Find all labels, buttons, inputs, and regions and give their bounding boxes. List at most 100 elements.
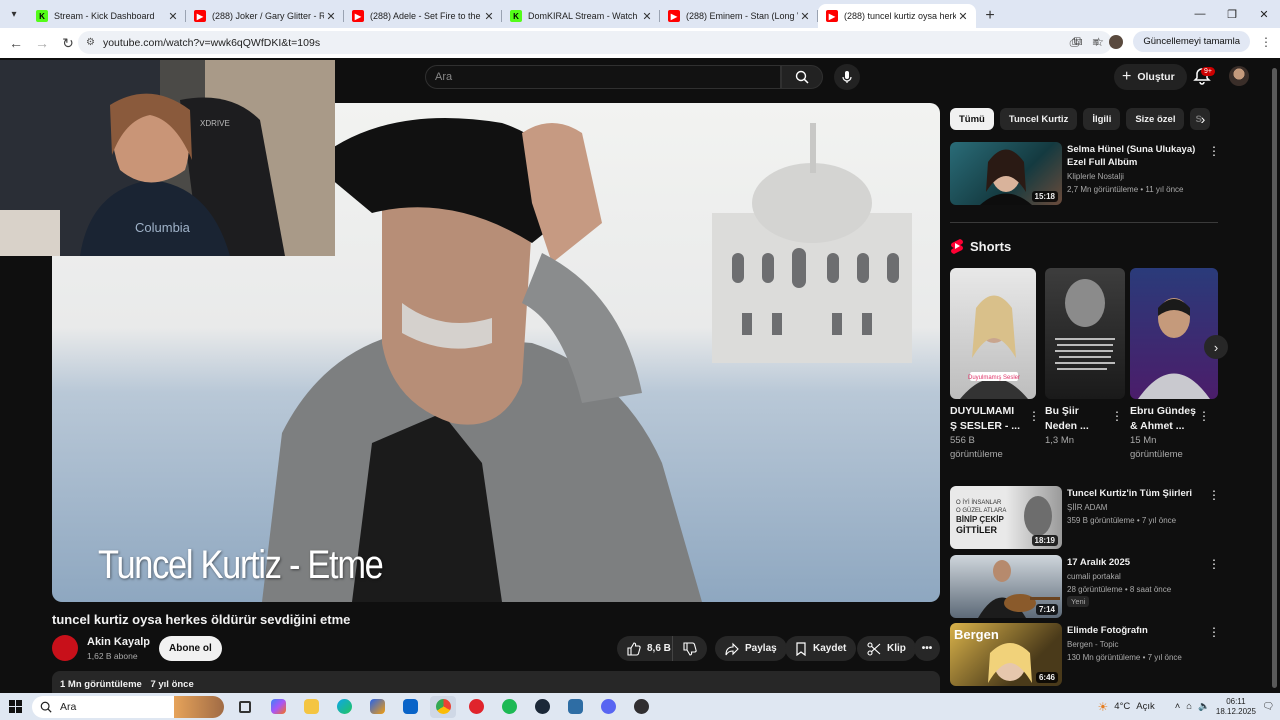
close-tab-icon[interactable]: ✕ (640, 10, 654, 23)
more-vert-icon[interactable]: ⋮ (1028, 409, 1040, 423)
edge-icon[interactable] (331, 696, 357, 718)
weather-temp[interactable]: 4°C (1114, 701, 1130, 712)
create-button[interactable]: + Oluştur (1114, 64, 1187, 90)
site-info-icon[interactable]: ⚙ (86, 37, 95, 48)
tray-overflow-icon[interactable]: ˄ (1175, 701, 1181, 712)
more-vert-icon[interactable]: ⋮ (1208, 557, 1220, 571)
page-scrollbar[interactable] (1272, 68, 1277, 688)
more-vert-icon[interactable]: ⋮ (1111, 409, 1123, 423)
obs-icon[interactable] (628, 696, 654, 718)
video-thumbnail[interactable]: O İYİ İNSANLAR O GÜZEL ATLARA BİNİP ÇEKİP G… (950, 486, 1062, 549)
chrome-icon[interactable] (430, 695, 456, 718)
new-badge: Yeni (1067, 596, 1090, 607)
app-icon[interactable] (562, 696, 588, 718)
address-bar[interactable]: ⚙ youtube.com/watch?v=wwk6qQWfDKI&t=109s… (78, 31, 1112, 54)
recommended-video[interactable]: 15:18 Selma Hünel (Suna Ulukaya) Ezel Ful… (950, 142, 1220, 208)
close-tab-icon[interactable]: ✕ (324, 10, 338, 23)
short-item[interactable]: Duyulmamış Sesler DUYULMAMI Ş SESLER - ..… (950, 268, 1040, 462)
video-title: 17 Aralık 2025 (1067, 557, 1131, 568)
tab-search-icon[interactable]: ▾ (0, 0, 28, 28)
short-item[interactable]: Ebru Gündeş & Ahmet ... 15 Mn görüntüleme … (1130, 268, 1218, 462)
store-icon[interactable] (364, 696, 390, 718)
shorts-next-button[interactable]: › (1204, 335, 1228, 359)
browser-tab[interactable]: ▶(288) Eminem - Stan (Long Vers✕ (660, 4, 818, 28)
close-tab-icon[interactable]: ✕ (482, 10, 496, 23)
chip-all[interactable]: Tümü (950, 108, 994, 130)
more-vert-icon[interactable]: ⋮ (1208, 144, 1220, 158)
video-thumbnail[interactable]: 15:18 (950, 142, 1062, 205)
copilot-icon[interactable] (265, 696, 291, 718)
discord-icon[interactable] (595, 696, 621, 718)
notifications-icon[interactable]: 🗨 (1262, 701, 1274, 712)
minimize-icon[interactable]: — (1184, 0, 1216, 28)
like-button[interactable]: 8,6 B (617, 636, 679, 661)
spotify-icon[interactable] (496, 696, 522, 718)
share-button[interactable]: Paylaş (715, 636, 787, 661)
update-button[interactable]: Güncellemeyi tamamla (1133, 31, 1250, 52)
browser-tab[interactable]: ▶(288) Joker / Gary Glitter - Rock✕ (186, 4, 344, 28)
close-tab-icon[interactable]: ✕ (956, 10, 970, 23)
browser-tab-active[interactable]: ▶ (288) tuncel kurtiz oysa herkes ✕ (818, 4, 976, 28)
reading-list-icon[interactable]: ≡ (1092, 35, 1099, 49)
search-input[interactable]: Ara (425, 65, 781, 89)
clip-button[interactable]: Klip (857, 636, 916, 661)
channel-name[interactable]: Akin Kayalp (87, 636, 150, 648)
short-thumbnail[interactable] (1130, 268, 1218, 399)
task-view-icon[interactable] (232, 696, 258, 718)
channel-name: cumali portakal (1067, 572, 1121, 581)
network-icon[interactable]: ⌂ (1186, 701, 1192, 712)
close-tab-icon[interactable]: ✕ (798, 10, 812, 23)
recommended-video[interactable]: O İYİ İNSANLAR O GÜZEL ATLARA BİNİP ÇEKİP G… (950, 486, 1220, 552)
channel-name: Bergen - Topic (1067, 640, 1119, 649)
file-explorer-icon[interactable] (298, 696, 324, 718)
search-button[interactable] (781, 65, 823, 89)
back-icon[interactable]: ← (4, 31, 28, 55)
kick-icon: K (36, 10, 48, 22)
short-thumbnail[interactable] (1045, 268, 1125, 399)
browser-tab[interactable]: KDomKIRAL Stream - Watch Live✕ (502, 4, 660, 28)
steam-icon[interactable] (529, 696, 555, 718)
account-avatar[interactable] (1229, 66, 1249, 86)
more-actions-button[interactable]: ••• (914, 636, 940, 661)
more-vert-icon[interactable]: ⋮ (1198, 409, 1210, 423)
browser-tab[interactable]: ▶(288) Adele - Set Fire to the Rai✕ (344, 4, 502, 28)
dislike-button[interactable] (672, 636, 707, 661)
close-window-icon[interactable]: ✕ (1248, 0, 1280, 28)
chip-tuncel-kurtiz[interactable]: Tuncel Kurtiz (999, 108, 1078, 130)
video-thumbnail[interactable]: 7:14 (950, 555, 1062, 618)
extensions-icon[interactable]: ⧉ (1074, 34, 1083, 49)
maximize-icon[interactable]: ❐ (1216, 0, 1248, 28)
thumbnail-singer-image: Duyulmamış Sesler (960, 295, 1028, 399)
video-thumbnail[interactable]: Bergen 6:46 (950, 623, 1062, 686)
start-button[interactable] (0, 700, 30, 713)
close-tab-icon[interactable]: ✕ (166, 10, 180, 23)
weather-icon[interactable]: ☀ (1098, 700, 1109, 714)
taskbar-search[interactable]: Ara (32, 695, 224, 718)
reload-icon[interactable]: ↻ (56, 31, 80, 55)
outlook-icon[interactable] (397, 696, 423, 718)
chevron-right-icon[interactable]: › (1194, 110, 1212, 128)
window-controls: — ❐ ✕ (1184, 0, 1280, 28)
clock[interactable]: 06:11 18.12.2025 (1216, 697, 1256, 717)
save-button[interactable]: Kaydet (785, 636, 857, 661)
thumbs-down-icon (683, 641, 697, 656)
recommended-video[interactable]: Bergen 6:46 Elimde Fotoğrafın Bergen - T… (950, 623, 1220, 689)
chip-for-you[interactable]: Size özel (1126, 108, 1185, 130)
recommended-video[interactable]: 7:14 17 Aralık 2025 cumali portakal 28 g… (950, 555, 1220, 621)
short-item[interactable]: Bu Şiir Neden ... 1,3 Mn ⋮ (1045, 268, 1125, 448)
weather-desc[interactable]: Açık (1136, 701, 1154, 712)
profile-avatar[interactable] (1109, 34, 1124, 49)
volume-icon[interactable]: 🔈 (1198, 701, 1210, 712)
new-tab-icon[interactable]: + (976, 4, 1004, 28)
subscribe-button[interactable]: Abone ol (159, 636, 222, 661)
chip-related[interactable]: İlgili (1083, 108, 1121, 130)
kebab-menu-icon[interactable]: ⋮ (1260, 35, 1272, 49)
channel-avatar[interactable] (52, 635, 78, 661)
more-vert-icon[interactable]: ⋮ (1208, 488, 1220, 502)
voice-search-button[interactable] (834, 64, 860, 90)
forward-icon[interactable]: → (30, 31, 54, 55)
short-thumbnail[interactable]: Duyulmamış Sesler (950, 268, 1036, 399)
browser-tab[interactable]: K Stream - Kick Dashboard ✕ (28, 4, 186, 28)
opera-icon[interactable] (463, 696, 489, 718)
more-vert-icon[interactable]: ⋮ (1208, 625, 1220, 639)
